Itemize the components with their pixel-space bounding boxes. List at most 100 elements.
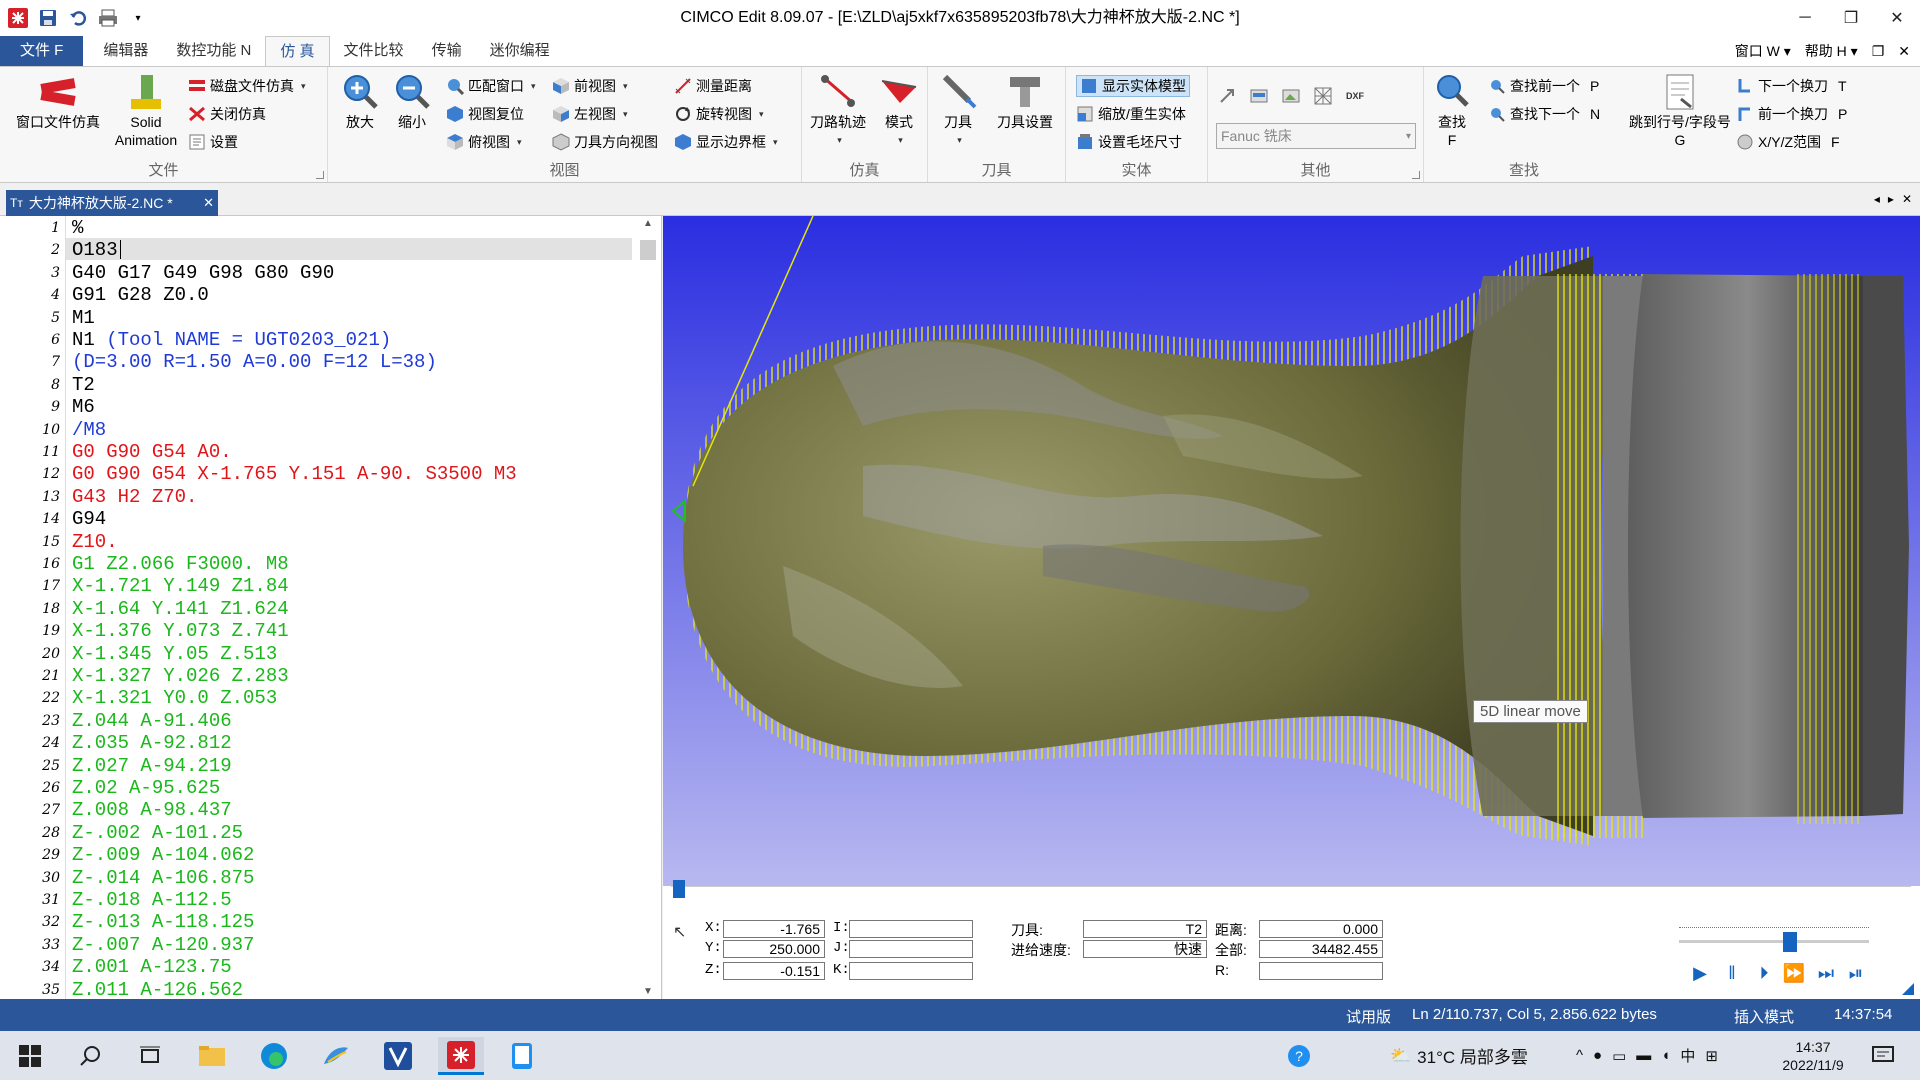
tab-nc-functions[interactable]: 数控功能 N	[162, 36, 265, 66]
measure-distance-button[interactable]: 测量距离	[674, 75, 752, 97]
code-line[interactable]: Z-.013 A-118.125	[72, 911, 254, 933]
help-tray-icon[interactable]: ?	[1286, 1031, 1312, 1080]
code-line[interactable]: X-1.327 Y.026 Z.283	[72, 665, 289, 687]
left-view-button[interactable]: 左视图 ▾	[552, 103, 628, 125]
edge-icon[interactable]	[254, 1037, 294, 1075]
restore-button[interactable]: ❐	[1828, 0, 1874, 36]
close-document-icon[interactable]: ✕	[1902, 192, 1912, 206]
minimize-button[interactable]: ─	[1782, 0, 1828, 36]
window-layout-icon[interactable]	[1250, 87, 1268, 105]
code-line[interactable]: X-1.64 Y.141 Z1.624	[72, 598, 289, 620]
dxf-icon[interactable]: DXF	[1346, 87, 1364, 105]
display-icon[interactable]: ▭	[1612, 1047, 1626, 1065]
scroll-down-icon[interactable]: ▼	[635, 986, 661, 997]
fit-window-button[interactable]: 匹配窗口 ▾	[446, 75, 536, 97]
find-prev-button[interactable]: 查找前一个 P	[1488, 75, 1599, 97]
code-line[interactable]: Z.02 A-95.625	[72, 777, 220, 799]
stock-size-button[interactable]: 设置毛坯尺寸	[1076, 131, 1182, 153]
code-line[interactable]: Z10.	[72, 531, 118, 553]
code-line[interactable]: G1 Z2.066 F3000. M8	[72, 553, 289, 575]
start-icon[interactable]	[10, 1037, 50, 1075]
jump-line-button[interactable]: 跳到行号/字段号 G	[1620, 73, 1740, 149]
code-line[interactable]: Z.011 A-126.562	[72, 979, 243, 999]
print-icon[interactable]	[98, 8, 118, 28]
timeline-track[interactable]	[671, 886, 1911, 894]
solid-animation-button[interactable]: Solid Animation	[106, 73, 186, 149]
arrow-icon[interactable]	[1218, 87, 1236, 105]
cimco-taskbar-icon[interactable]	[438, 1037, 484, 1075]
weather-widget[interactable]: ⛅ 31°C 局部多雲	[1390, 1031, 1528, 1080]
tab-file-compare[interactable]: 文件比较	[330, 36, 418, 66]
tablet-app-icon[interactable]	[502, 1037, 542, 1075]
top-view-button[interactable]: 俯视图 ▾	[446, 131, 522, 153]
v-app-icon[interactable]	[378, 1037, 418, 1075]
scale-regen-button[interactable]: 缩放/重生实体	[1076, 103, 1186, 125]
step-3-button[interactable]: ⏭	[1813, 960, 1839, 986]
code-line[interactable]: Z-.018 A-112.5	[72, 889, 232, 911]
code-line[interactable]: G43 H2 Z70.	[72, 486, 197, 508]
simulation-viewport[interactable]: 5D linear move	[663, 216, 1920, 886]
battery-icon[interactable]: ▬	[1636, 1047, 1651, 1064]
task-view-icon[interactable]	[130, 1037, 170, 1075]
code-line[interactable]: G91 G28 Z0.0	[72, 284, 209, 306]
mode-button[interactable]: 模式 ▾	[874, 73, 924, 149]
close-tab-icon[interactable]: ✕	[203, 195, 214, 211]
front-view-button[interactable]: 前视图 ▾	[552, 75, 628, 97]
next-tool-change-button[interactable]: 下一个换刀 T	[1736, 75, 1847, 97]
ime-indicator[interactable]: 中	[1680, 1045, 1695, 1066]
pause-button[interactable]: ‖	[1719, 960, 1745, 986]
tab-transfer[interactable]: 传输	[418, 36, 476, 66]
code-line[interactable]: N1 (Tool NAME = UGT0203_021)	[72, 329, 391, 351]
tab-scroll-right-icon[interactable]: ▸	[1888, 192, 1894, 206]
code-line[interactable]: Z-.002 A-101.25	[72, 822, 243, 844]
code-line[interactable]: X-1.321 Y0.0 Z.053	[72, 687, 277, 709]
code-line[interactable]: Z.001 A-123.75	[72, 956, 232, 978]
editor-vertical-scrollbar[interactable]: ▲ ▼	[635, 216, 661, 999]
code-line[interactable]: M6	[72, 396, 95, 418]
step-button[interactable]: ⏵	[1751, 960, 1777, 986]
code-line[interactable]: G94	[72, 508, 106, 530]
machine-select[interactable]: Fanuc 铣床 ▾	[1216, 123, 1416, 149]
show-solid-model-button[interactable]: 显示实体模型	[1076, 75, 1190, 97]
close-sim-button[interactable]: 关闭仿真	[188, 103, 266, 125]
tab-scroll-left-icon[interactable]: ◂	[1874, 192, 1880, 206]
window-file-sim-button[interactable]: 窗口文件仿真	[8, 73, 108, 131]
tray-expand-icon[interactable]: ^	[1576, 1047, 1583, 1064]
speed-slider[interactable]	[1679, 940, 1869, 943]
scroll-thumb[interactable]	[640, 240, 656, 260]
mdi-close-icon[interactable]: ✕	[1898, 43, 1910, 60]
search-icon[interactable]	[70, 1037, 110, 1075]
tool-settings-button[interactable]: 刀具设置	[990, 73, 1060, 131]
toolpath-button[interactable]: 刀路轨迹 ▾	[806, 73, 870, 149]
disk-file-sim-button[interactable]: 磁盘文件仿真 ▾	[188, 75, 306, 97]
code-line[interactable]: %	[72, 217, 83, 239]
timeline-thumb[interactable]	[673, 880, 685, 898]
rotate-view-button[interactable]: 旋转视图 ▾	[674, 103, 764, 125]
code-line[interactable]: G0 G90 G54 X-1.765 Y.151 A-90. S3500 M3	[72, 463, 517, 485]
tool-direction-view-button[interactable]: 刀具方向视图	[552, 131, 658, 153]
tool-button[interactable]: 刀具 ▾	[936, 73, 980, 149]
code-line[interactable]: Z.044 A-91.406	[72, 710, 232, 732]
code-line[interactable]: G0 G90 G54 A0.	[72, 441, 232, 463]
xyz-range-button[interactable]: X/Y/Z范围 F	[1736, 131, 1840, 153]
code-line[interactable]: Z-.009 A-104.062	[72, 844, 254, 866]
code-line[interactable]: /M8	[72, 419, 106, 441]
help-menu[interactable]: 帮助 H ▾	[1805, 41, 1858, 61]
speed-slider-thumb[interactable]	[1783, 932, 1797, 952]
mdi-restore-icon[interactable]: ❐	[1872, 43, 1885, 60]
step-4-button[interactable]: ⏯	[1843, 960, 1869, 986]
code-line[interactable]: M1	[72, 307, 95, 329]
tab-file[interactable]: 文件 F	[0, 36, 84, 66]
reset-view-button[interactable]: 视图复位	[446, 103, 524, 125]
window-menu[interactable]: 窗口 W ▾	[1735, 41, 1791, 61]
find-next-button[interactable]: 查找下一个 N	[1488, 103, 1600, 125]
code-line[interactable]: Z-.014 A-106.875	[72, 867, 254, 889]
find-button[interactable]: 查找 F	[1432, 73, 1472, 149]
code-line[interactable]: X-1.345 Y.05 Z.513	[72, 643, 277, 665]
code-line[interactable]: X-1.376 Y.073 Z.741	[72, 620, 289, 642]
show-bounds-button[interactable]: 显示边界框 ▾	[674, 131, 778, 153]
code-line[interactable]: Z.008 A-98.437	[72, 799, 232, 821]
code-line[interactable]: Z-.007 A-120.937	[72, 934, 254, 956]
ime-mode-icon[interactable]: ⊞	[1705, 1047, 1718, 1065]
grid-icon[interactable]	[1314, 87, 1332, 105]
